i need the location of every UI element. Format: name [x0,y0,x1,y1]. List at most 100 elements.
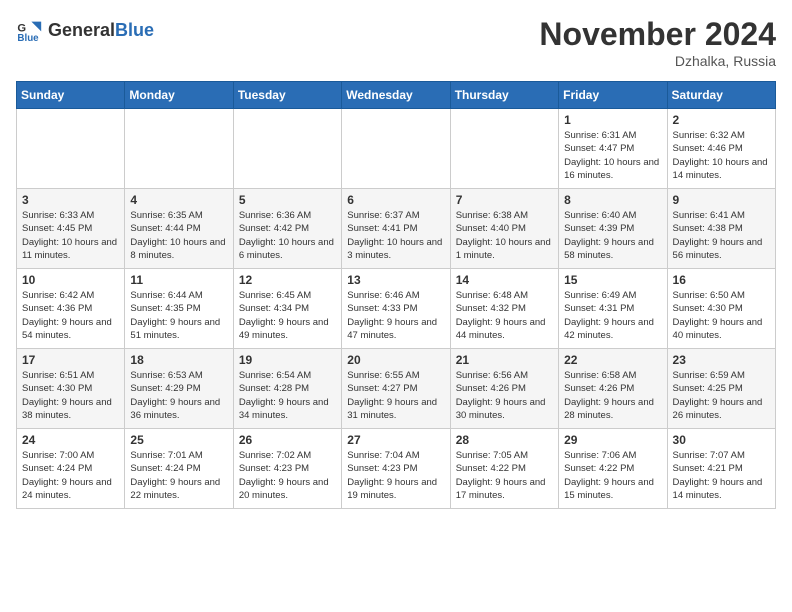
day-number: 2 [673,113,770,127]
day-number: 4 [130,193,227,207]
weekday-header-thursday: Thursday [450,82,558,109]
calendar-cell: 25Sunrise: 7:01 AM Sunset: 4:24 PM Dayli… [125,429,233,509]
day-info: Sunrise: 6:48 AM Sunset: 4:32 PM Dayligh… [456,289,553,342]
day-number: 30 [673,433,770,447]
calendar-cell [125,109,233,189]
day-info: Sunrise: 7:07 AM Sunset: 4:21 PM Dayligh… [673,449,770,502]
day-info: Sunrise: 6:58 AM Sunset: 4:26 PM Dayligh… [564,369,661,422]
calendar-table: SundayMondayTuesdayWednesdayThursdayFrid… [16,81,776,509]
day-number: 16 [673,273,770,287]
day-number: 22 [564,353,661,367]
weekday-header-sunday: Sunday [17,82,125,109]
calendar-cell: 1Sunrise: 6:31 AM Sunset: 4:47 PM Daylig… [559,109,667,189]
calendar-cell [342,109,450,189]
day-number: 10 [22,273,119,287]
calendar-cell: 22 Sunrise: 6:58 AM Sunset: 4:26 PM Dayli… [559,349,667,429]
day-info: Sunrise: 6:56 AM Sunset: 4:26 PM Dayligh… [456,369,553,422]
day-number: 9 [673,193,770,207]
day-number: 21 [456,353,553,367]
day-number: 11 [130,273,227,287]
month-title: November 2024 [539,16,776,53]
calendar-cell: 14 Sunrise: 6:48 AM Sunset: 4:32 PM Dayli… [450,269,558,349]
calendar-cell: 27Sunrise: 7:04 AM Sunset: 4:23 PM Dayli… [342,429,450,509]
day-number: 13 [347,273,444,287]
day-info: Sunrise: 6:59 AM Sunset: 4:25 PM Dayligh… [673,369,770,422]
day-number: 17 [22,353,119,367]
day-info: Sunrise: 6:32 AM Sunset: 4:46 PM Dayligh… [673,129,770,182]
day-number: 28 [456,433,553,447]
day-info: Sunrise: 6:42 AM Sunset: 4:36 PM Dayligh… [22,289,119,342]
logo-icon: G Blue [16,16,44,44]
day-info: Sunrise: 6:44 AM Sunset: 4:35 PM Dayligh… [130,289,227,342]
calendar-cell [17,109,125,189]
day-info: Sunrise: 6:38 AM Sunset: 4:40 PM Dayligh… [456,209,553,262]
day-info: Sunrise: 7:02 AM Sunset: 4:23 PM Dayligh… [239,449,336,502]
day-info: Sunrise: 6:46 AM Sunset: 4:33 PM Dayligh… [347,289,444,342]
weekday-header-wednesday: Wednesday [342,82,450,109]
calendar-cell: 16 Sunrise: 6:50 AM Sunset: 4:30 PM Dayli… [667,269,775,349]
calendar-cell: 23 Sunrise: 6:59 AM Sunset: 4:25 PM Dayli… [667,349,775,429]
day-info: Sunrise: 6:54 AM Sunset: 4:28 PM Dayligh… [239,369,336,422]
weekday-header-tuesday: Tuesday [233,82,341,109]
calendar-cell: 21 Sunrise: 6:56 AM Sunset: 4:26 PM Dayli… [450,349,558,429]
day-info: Sunrise: 6:50 AM Sunset: 4:30 PM Dayligh… [673,289,770,342]
day-info: Sunrise: 6:55 AM Sunset: 4:27 PM Dayligh… [347,369,444,422]
day-number: 3 [22,193,119,207]
day-number: 6 [347,193,444,207]
day-info: Sunrise: 7:06 AM Sunset: 4:22 PM Dayligh… [564,449,661,502]
calendar-cell: 7 Sunrise: 6:38 AM Sunset: 4:40 PM Daylig… [450,189,558,269]
day-info: Sunrise: 6:31 AM Sunset: 4:47 PM Dayligh… [564,129,661,182]
day-number: 29 [564,433,661,447]
day-number: 5 [239,193,336,207]
calendar-cell: 6 Sunrise: 6:37 AM Sunset: 4:41 PM Daylig… [342,189,450,269]
day-number: 20 [347,353,444,367]
calendar-cell: 11 Sunrise: 6:44 AM Sunset: 4:35 PM Dayli… [125,269,233,349]
calendar-cell [233,109,341,189]
day-info: Sunrise: 6:49 AM Sunset: 4:31 PM Dayligh… [564,289,661,342]
logo-general: General [48,20,115,40]
calendar-cell: 15 Sunrise: 6:49 AM Sunset: 4:31 PM Dayli… [559,269,667,349]
calendar-cell: 4 Sunrise: 6:35 AM Sunset: 4:44 PM Daylig… [125,189,233,269]
day-number: 23 [673,353,770,367]
day-number: 19 [239,353,336,367]
day-info: Sunrise: 6:51 AM Sunset: 4:30 PM Dayligh… [22,369,119,422]
day-number: 8 [564,193,661,207]
day-info: Sunrise: 6:40 AM Sunset: 4:39 PM Dayligh… [564,209,661,262]
logo: G Blue General Blue [16,16,154,44]
calendar-cell: 24Sunrise: 7:00 AM Sunset: 4:24 PM Dayli… [17,429,125,509]
page-header: G Blue General Blue November 2024 Dzhalka… [16,16,776,69]
weekday-header-monday: Monday [125,82,233,109]
calendar-cell: 18Sunrise: 6:53 AM Sunset: 4:29 PM Dayli… [125,349,233,429]
weekday-header-saturday: Saturday [667,82,775,109]
day-number: 18 [130,353,227,367]
calendar-cell: 26Sunrise: 7:02 AM Sunset: 4:23 PM Dayli… [233,429,341,509]
calendar-cell: 28Sunrise: 7:05 AM Sunset: 4:22 PM Dayli… [450,429,558,509]
calendar-cell: 29 Sunrise: 7:06 AM Sunset: 4:22 PM Dayli… [559,429,667,509]
day-info: Sunrise: 6:35 AM Sunset: 4:44 PM Dayligh… [130,209,227,262]
calendar-cell: 30 Sunrise: 7:07 AM Sunset: 4:21 PM Dayli… [667,429,775,509]
location: Dzhalka, Russia [539,53,776,69]
calendar-cell: 3 Sunrise: 6:33 AM Sunset: 4:45 PM Daylig… [17,189,125,269]
day-info: Sunrise: 6:41 AM Sunset: 4:38 PM Dayligh… [673,209,770,262]
day-number: 12 [239,273,336,287]
day-number: 15 [564,273,661,287]
weekday-header-friday: Friday [559,82,667,109]
calendar-cell: 17 Sunrise: 6:51 AM Sunset: 4:30 PM Dayli… [17,349,125,429]
day-info: Sunrise: 7:01 AM Sunset: 4:24 PM Dayligh… [130,449,227,502]
svg-text:Blue: Blue [17,33,39,44]
calendar-cell: 10 Sunrise: 6:42 AM Sunset: 4:36 PM Dayli… [17,269,125,349]
calendar-cell [450,109,558,189]
day-info: Sunrise: 6:37 AM Sunset: 4:41 PM Dayligh… [347,209,444,262]
day-number: 7 [456,193,553,207]
day-number: 24 [22,433,119,447]
calendar-cell: 19 Sunrise: 6:54 AM Sunset: 4:28 PM Dayli… [233,349,341,429]
calendar-cell: 12 Sunrise: 6:45 AM Sunset: 4:34 PM Dayli… [233,269,341,349]
day-info: Sunrise: 6:45 AM Sunset: 4:34 PM Dayligh… [239,289,336,342]
day-info: Sunrise: 6:33 AM Sunset: 4:45 PM Dayligh… [22,209,119,262]
calendar-cell: 8 Sunrise: 6:40 AM Sunset: 4:39 PM Daylig… [559,189,667,269]
calendar-cell: 2 Sunrise: 6:32 AM Sunset: 4:46 PM Daylig… [667,109,775,189]
day-info: Sunrise: 7:04 AM Sunset: 4:23 PM Dayligh… [347,449,444,502]
calendar-cell: 9 Sunrise: 6:41 AM Sunset: 4:38 PM Daylig… [667,189,775,269]
day-number: 14 [456,273,553,287]
calendar-cell: 13 Sunrise: 6:46 AM Sunset: 4:33 PM Dayli… [342,269,450,349]
